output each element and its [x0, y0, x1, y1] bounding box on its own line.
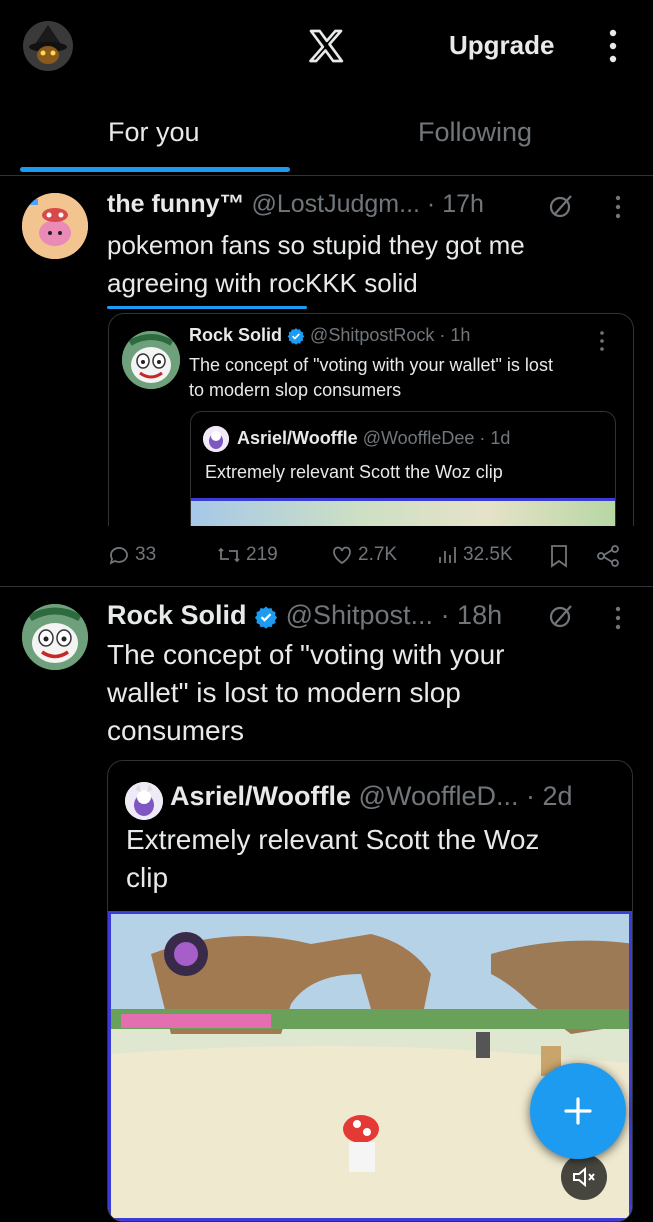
nested-quote-text: Extremely relevant Scott the Woz clip [205, 462, 503, 482]
quoted-text-line: The concept of "voting with your wallet"… [189, 355, 553, 375]
active-tab-indicator [20, 167, 290, 172]
bookmark-icon[interactable] [548, 543, 570, 569]
post-author-name[interactable]: Rock Solid [107, 600, 247, 630]
quoted-author-avatar [125, 782, 163, 820]
profile-avatar[interactable] [23, 21, 73, 71]
post-more-icon[interactable] [612, 605, 624, 631]
game-scene-image [111, 914, 629, 1218]
nested-author-handle: @WooffleDee · 1d [362, 428, 511, 448]
heart-icon [333, 546, 351, 565]
post-text-line: wallet" is lost to modern slop [107, 677, 461, 708]
upgrade-button[interactable]: Upgrade [449, 30, 554, 61]
quoted-text-line: Extremely relevant Scott the Woz [126, 824, 540, 855]
quoted-post-more-icon[interactable] [597, 330, 607, 352]
nested-quote-card[interactable]: Asriel/Wooffle @WooffleDee · 1d Extremel… [190, 411, 616, 526]
repost-count: 219 [246, 544, 278, 565]
verified-badge-icon [287, 328, 305, 346]
post-divider [0, 586, 653, 587]
post-more-icon[interactable] [612, 194, 624, 220]
post-text-line: consumers [107, 715, 244, 746]
quoted-post-text: The concept of "voting with your wallet"… [189, 353, 553, 403]
grok-icon[interactable] [548, 193, 574, 219]
post-text: The concept of "voting with your wallet"… [107, 636, 504, 750]
grok-icon[interactable] [548, 603, 574, 629]
nested-video-thumbnail[interactable] [191, 498, 615, 526]
repost-icon [218, 547, 240, 563]
quoted-timestamp: · 2d [526, 781, 573, 811]
nested-author-avatar [203, 426, 229, 452]
post-text-line: pokemon fans so stupid they got me [107, 230, 525, 260]
post-header: Rock Solid @Shitpost... · 18h [107, 600, 502, 631]
quoted-post-header: Asriel/Wooffle @WooffleD... · 2d [170, 781, 573, 812]
post-header: the funny™ @LostJudgm... · 17h [107, 190, 484, 219]
top-app-bar: Upgrade [0, 0, 653, 95]
nested-author-name: Asriel/Wooffle [237, 428, 358, 448]
quoted-author-name: Asriel/Wooffle [170, 781, 352, 811]
post-timestamp[interactable]: · 17h [427, 190, 484, 218]
reply-button[interactable]: 33 [107, 543, 156, 567]
x-logo-icon[interactable] [306, 26, 346, 66]
more-options-icon[interactable] [603, 28, 623, 64]
video-thumbnail[interactable] [108, 911, 632, 1221]
reply-icon [109, 547, 128, 565]
nested-quote-header: Asriel/Wooffle @WooffleDee · 1d [237, 428, 510, 449]
quote-thread-line [107, 306, 307, 309]
post-author-avatar[interactable] [22, 193, 88, 259]
tab-for-you[interactable]: For you [108, 117, 200, 148]
quoted-post-header: Rock Solid @ShitpostRock · 1h [189, 325, 470, 346]
like-button[interactable]: 2.7K [330, 543, 397, 567]
quoted-author-name: Rock Solid [189, 325, 283, 345]
post-text-line: agreeing with rocKKK solid [107, 268, 418, 298]
post-text-line: The concept of "voting with your [107, 639, 505, 670]
quoted-author-avatar [122, 331, 180, 389]
share-icon[interactable] [595, 543, 621, 569]
quoted-text-line: clip [126, 862, 169, 893]
repost-button[interactable]: 219 [216, 543, 278, 567]
tab-following[interactable]: Following [418, 117, 532, 148]
feed-tabs: For you Following [0, 95, 653, 176]
post-author-avatar[interactable] [22, 604, 88, 670]
quoted-author-handle: @ShitpostRock · 1h [310, 325, 471, 345]
post-author-handle[interactable]: @LostJudgm... [251, 190, 420, 218]
like-count: 2.7K [358, 544, 398, 565]
plus-icon [564, 1097, 592, 1125]
reply-count: 33 [135, 544, 157, 565]
post-author-handle[interactable]: @Shitpost... [286, 600, 433, 630]
views-count: 32.5K [463, 544, 513, 565]
views-button[interactable]: 32.5K [437, 543, 513, 567]
post-author-name[interactable]: the funny™ [107, 190, 245, 218]
quoted-author-handle: @WooffleD... [358, 781, 519, 811]
post-timestamp[interactable]: · 18h [441, 600, 503, 630]
views-icon [439, 547, 456, 563]
quoted-text-line: to modern slop consumers [189, 380, 402, 400]
quoted-post-card[interactable]: Rock Solid @ShitpostRock · 1h The concep… [108, 313, 634, 526]
verified-badge-icon [254, 606, 278, 629]
compose-post-button[interactable] [530, 1063, 626, 1159]
quoted-post-text: Extremely relevant Scott the Woz clip [126, 821, 539, 897]
post-text: pokemon fans so stupid they got me agree… [107, 226, 525, 302]
mute-toggle-icon[interactable] [561, 1154, 607, 1200]
